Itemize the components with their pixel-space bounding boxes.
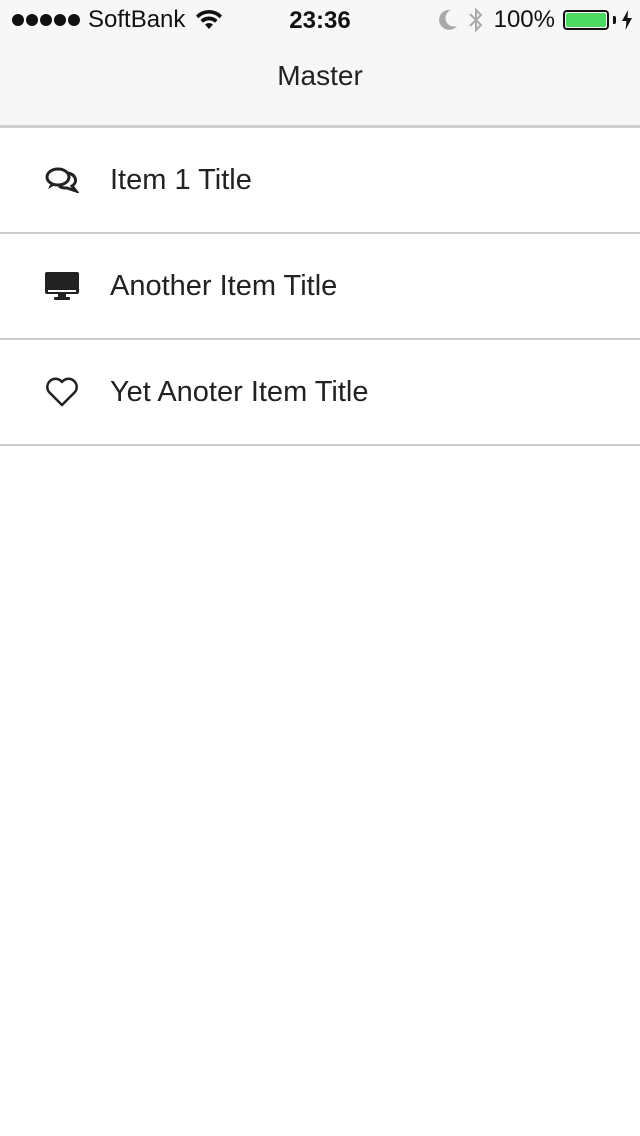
battery-tip bbox=[613, 16, 616, 24]
charging-bolt-icon bbox=[622, 10, 632, 30]
master-list: Item 1 Title Another Item Title Yet Anot… bbox=[0, 128, 640, 446]
status-bar: SoftBank 23:36 100% bbox=[0, 0, 640, 40]
battery-icon bbox=[563, 10, 609, 30]
list-item-2[interactable]: Another Item Title bbox=[0, 234, 640, 340]
list-item-1[interactable]: Item 1 Title bbox=[0, 128, 640, 234]
heart-icon bbox=[44, 376, 80, 408]
desktop-monitor-icon bbox=[44, 270, 80, 302]
list-item-label: Item 1 Title bbox=[110, 163, 252, 196]
list-item-label: Yet Anoter Item Title bbox=[110, 375, 369, 408]
top-bar: SoftBank 23:36 100% Master bbox=[0, 0, 640, 128]
moon-icon bbox=[438, 9, 457, 30]
list-item-3[interactable]: Yet Anoter Item Title bbox=[0, 340, 640, 446]
nav-title: Master bbox=[277, 60, 363, 91]
battery-percent: 100% bbox=[493, 6, 555, 33]
chat-bubbles-icon bbox=[44, 164, 80, 196]
battery-level-fill bbox=[566, 13, 606, 27]
bluetooth-icon bbox=[468, 7, 483, 33]
status-right: 100% bbox=[438, 6, 632, 33]
list-item-label: Another Item Title bbox=[110, 269, 338, 302]
